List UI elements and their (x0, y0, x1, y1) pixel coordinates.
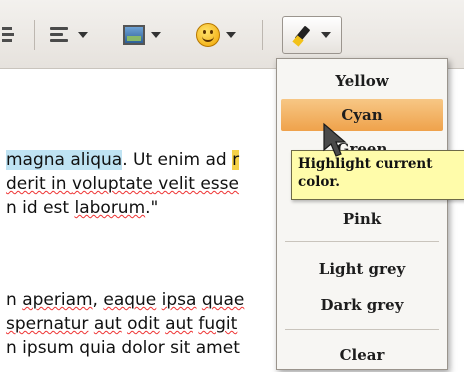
highlight-color-menu: Yellow Cyan Green Pink Light grey Dark g… (276, 58, 448, 370)
image-icon (123, 25, 145, 45)
menu-item-clear[interactable]: Clear (277, 339, 447, 371)
menu-separator (285, 329, 439, 330)
tooltip: Highlight current color. (291, 150, 464, 200)
toolbar-separator (262, 20, 263, 50)
text-highlight-button[interactable] (282, 16, 342, 54)
tooltip-line: color. (298, 174, 340, 190)
text-line: derit in voluptate velit esse (6, 174, 239, 194)
text-line: magna aliqua. Ut enim ad r (6, 150, 240, 170)
text-line: n id est laborum." (6, 198, 159, 218)
chevron-down-icon (321, 32, 331, 38)
menu-item-yellow[interactable]: Yellow (277, 65, 447, 97)
text-line: spernatur aut odit aut fugit (6, 314, 238, 334)
highlighter-pen-icon (292, 24, 315, 47)
cyan-highlighted-text: magna aliqua (6, 150, 123, 170)
align-button[interactable] (50, 18, 88, 52)
chevron-down-icon (78, 32, 88, 38)
insert-smiley-button[interactable] (196, 18, 236, 52)
text-line: n ipsum quia dolor sit amet (6, 338, 240, 358)
toolbar-separator (34, 20, 35, 50)
chevron-down-icon (226, 32, 236, 38)
chevron-down-icon (151, 32, 161, 38)
text-line: n aperiam, eaque ipsa quae (6, 290, 245, 310)
indent-button[interactable] (0, 18, 16, 52)
menu-item-pink[interactable]: Pink (277, 203, 447, 235)
menu-item-light-grey[interactable]: Light grey (277, 253, 447, 285)
smiley-icon (196, 23, 220, 47)
insert-image-button[interactable] (123, 18, 161, 52)
align-lines-icon (50, 25, 72, 45)
yellow-highlighted-text: r (232, 150, 240, 170)
menu-separator (285, 241, 439, 242)
mouse-cursor-icon (323, 122, 347, 157)
indent-icon (0, 24, 16, 46)
menu-item-dark-grey[interactable]: Dark grey (277, 289, 447, 321)
menu-item-cyan[interactable]: Cyan (281, 99, 443, 131)
